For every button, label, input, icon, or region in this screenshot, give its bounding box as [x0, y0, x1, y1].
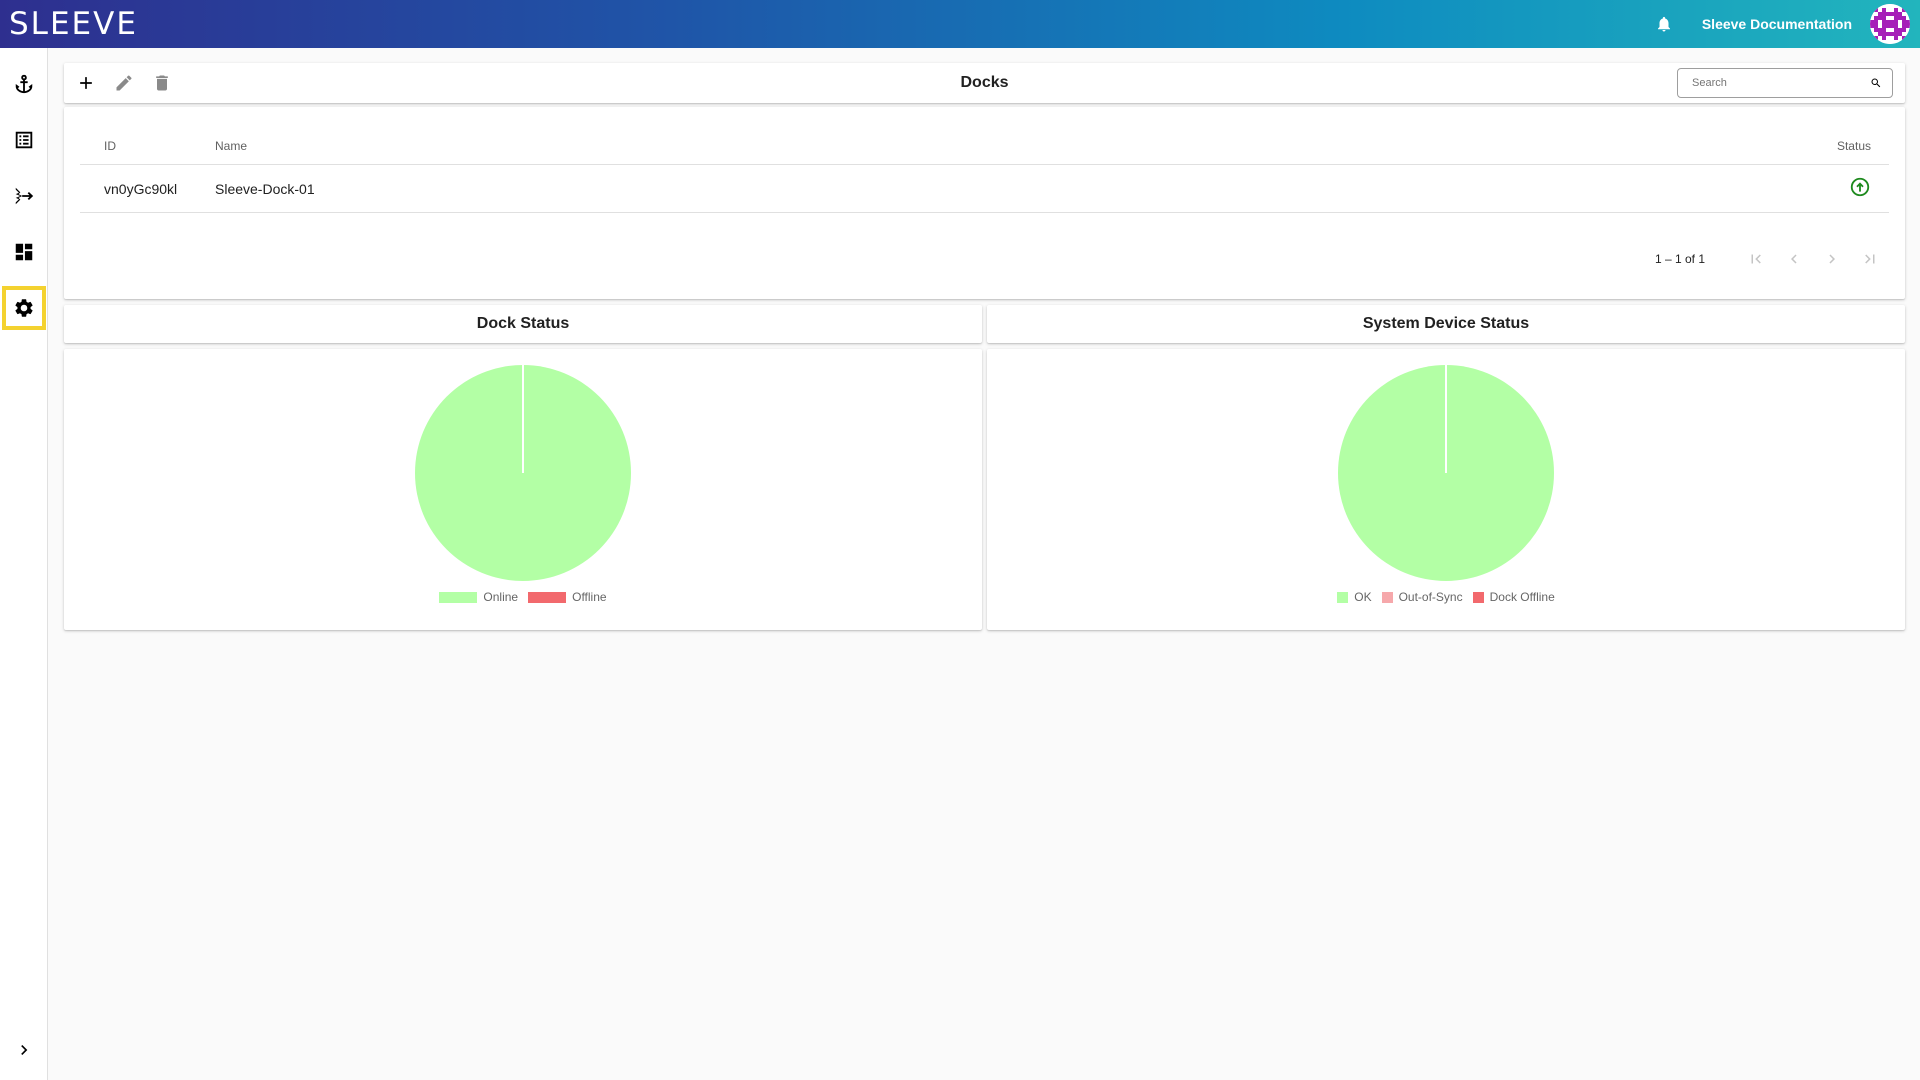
dock-status-legend: Online Offline — [64, 590, 982, 604]
gear-icon — [15, 299, 33, 317]
search-field[interactable] — [1677, 68, 1893, 98]
docks-toolbar: Docks — [64, 63, 1905, 103]
docks-table: ID Name Status vn0yGc90kl Sleeve-Dock-01 — [80, 127, 1889, 213]
user-avatar[interactable] — [1870, 4, 1910, 44]
legend-label-dock-offline: Dock Offline — [1489, 590, 1555, 604]
legend-label-online: Online — [483, 590, 519, 604]
dock-status-pie — [415, 365, 631, 581]
legend-item-dock-offline[interactable]: Dock Offline — [1472, 590, 1555, 604]
system-device-status-legend: OK Out-of-Sync Dock Offline — [987, 590, 1905, 604]
paginator: 1 – 1 of 1 — [1655, 247, 1889, 271]
sidebar-item-dashboard[interactable] — [4, 232, 44, 272]
first-page-icon[interactable] — [1737, 247, 1775, 271]
previous-page-icon[interactable] — [1775, 247, 1813, 271]
system-device-status-chart-card: OK Out-of-Sync Dock Offline — [987, 349, 1905, 630]
anchor-icon — [15, 74, 33, 94]
last-page-icon[interactable] — [1851, 247, 1889, 271]
table-row[interactable]: vn0yGc90kl Sleeve-Dock-01 — [80, 165, 1889, 213]
page-title: Docks — [960, 74, 1009, 91]
left-nav-rail — [0, 48, 48, 1080]
search-icon[interactable] — [1870, 77, 1882, 89]
dock-status-title: Dock Status — [476, 315, 570, 332]
system-device-status-header: System Device Status — [987, 305, 1905, 343]
status-online-icon — [1849, 176, 1871, 201]
legend-swatch-online — [439, 591, 478, 603]
next-page-icon[interactable] — [1813, 247, 1851, 271]
view-list-icon — [15, 131, 33, 149]
system-status-pie-wrap — [987, 365, 1905, 581]
column-header-status[interactable]: Status — [1837, 139, 1871, 153]
legend-item-online[interactable]: Online — [439, 590, 518, 604]
legend-label-ok: OK — [1354, 590, 1372, 604]
app-logo[interactable]: SLEEVE — [9, 6, 138, 42]
legend-label-out-of-sync: Out-of-Sync — [1398, 590, 1463, 604]
chevron-right-icon — [21, 1045, 28, 1055]
dock-status-header: Dock Status — [64, 305, 982, 343]
call-split-icon — [15, 187, 34, 205]
topbar-actions: Sleeve Documentation — [1652, 4, 1910, 44]
legend-item-ok[interactable]: OK — [1337, 590, 1372, 604]
dock-status-chart-card: Online Offline — [64, 349, 982, 630]
dashboard-icon — [15, 243, 33, 261]
legend-item-out-of-sync[interactable]: Out-of-Sync — [1381, 590, 1463, 604]
legend-item-offline[interactable]: Offline — [528, 590, 607, 604]
sidebar-item-list[interactable] — [4, 120, 44, 160]
table-header: ID Name Status — [80, 127, 1889, 165]
sidebar-expand-button[interactable] — [4, 1030, 44, 1070]
sidebar-item-settings[interactable] — [2, 286, 46, 330]
dock-status-pie-wrap — [64, 365, 982, 581]
notifications-bell-icon[interactable] — [1652, 12, 1676, 36]
legend-swatch-dock-offline — [1472, 591, 1484, 603]
docks-table-card: ID Name Status vn0yGc90kl Sleeve-Dock-01… — [64, 107, 1905, 299]
documentation-link[interactable]: Sleeve Documentation — [1702, 16, 1852, 32]
column-header-name[interactable]: Name — [215, 139, 247, 153]
search-input[interactable] — [1692, 77, 1870, 89]
legend-swatch-ok — [1337, 591, 1349, 603]
cell-id: vn0yGc90kl — [104, 180, 178, 197]
legend-swatch-offline — [528, 591, 567, 603]
column-header-id[interactable]: ID — [104, 139, 116, 153]
cell-name: Sleeve-Dock-01 — [215, 180, 315, 197]
system-device-status-pie — [1338, 365, 1554, 581]
legend-swatch-out-of-sync — [1381, 591, 1393, 603]
legend-label-offline: Offline — [572, 590, 607, 604]
sidebar-item-anchor[interactable] — [4, 64, 44, 104]
top-app-bar: SLEEVE Sleeve Documentation — [0, 0, 1920, 48]
sidebar-item-routing[interactable] — [4, 176, 44, 216]
system-device-status-title: System Device Status — [1362, 315, 1530, 332]
paginator-range: 1 – 1 of 1 — [1654, 252, 1705, 266]
